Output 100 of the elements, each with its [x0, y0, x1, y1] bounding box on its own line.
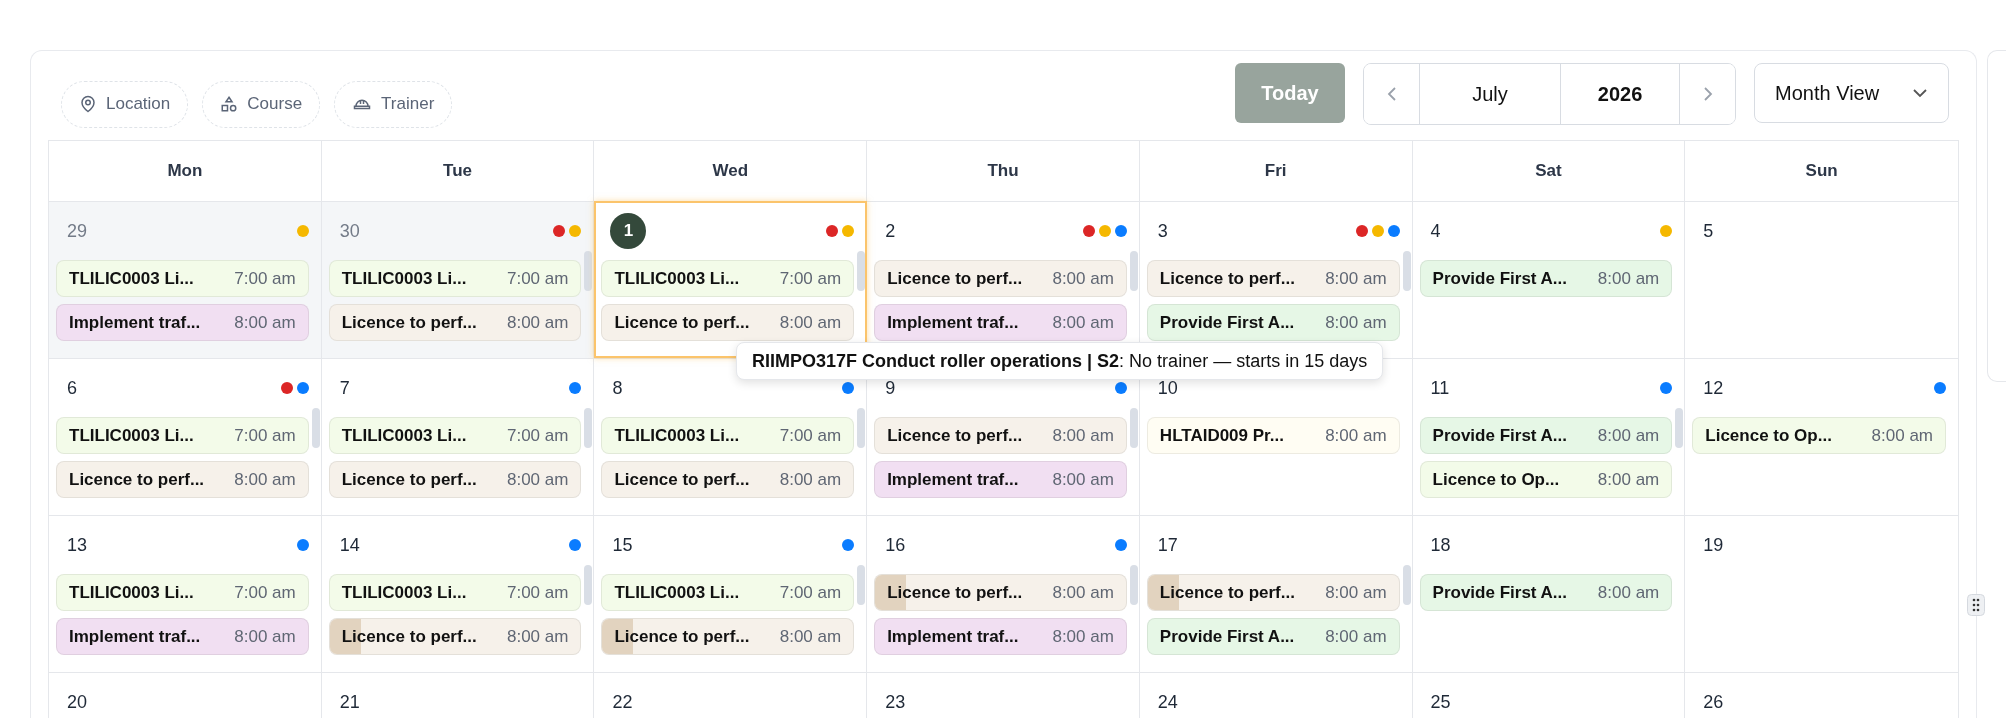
day-number[interactable]: 8	[612, 377, 623, 399]
scrollbar-thumb[interactable]	[857, 565, 866, 605]
day-number[interactable]: 3	[1157, 220, 1168, 242]
event-chip[interactable]: Provide First A... 8:00 am	[1419, 417, 1673, 454]
event-chip[interactable]: Licence to perf... 8:00 am	[601, 618, 855, 655]
event-chip[interactable]: TLILIC0003 Li... 7:00 am	[328, 417, 582, 454]
day-number[interactable]: 9	[885, 377, 896, 399]
event-chip[interactable]: Licence to Op... 8:00 am	[1692, 417, 1946, 454]
event-title: Licence to Op...	[1432, 469, 1560, 490]
event-chip[interactable]: Provide First A... 8:00 am	[1419, 574, 1673, 611]
event-title: Licence to perf...	[887, 582, 1023, 603]
scrollbar-thumb[interactable]	[584, 251, 593, 291]
day-number[interactable]: 17	[1157, 534, 1178, 556]
day-number[interactable]: 20	[67, 691, 88, 713]
day-number[interactable]: 18	[1430, 534, 1451, 556]
scrollbar-thumb[interactable]	[857, 408, 866, 448]
scrollbar-thumb[interactable]	[1402, 565, 1411, 605]
event-chip[interactable]: Licence to perf... 8:00 am	[874, 574, 1127, 611]
day-number[interactable]: 12	[1703, 377, 1724, 399]
event-chip[interactable]: Provide First A... 8:00 am	[1419, 260, 1673, 297]
event-title: Licence to perf...	[887, 268, 1023, 289]
event-chip[interactable]: TLILIC0003 Li... 7:00 am	[328, 260, 582, 297]
event-chip[interactable]: Licence to perf... 8:00 am	[1146, 260, 1400, 297]
event-title: TLILIC0003 Li...	[614, 425, 740, 446]
event-chip[interactable]: Implement traf... 8:00 am	[874, 461, 1127, 498]
scrollbar-thumb[interactable]	[1129, 565, 1138, 605]
event-chip[interactable]: HLTAID009 Pr... 8:00 am	[1146, 417, 1400, 454]
event-chip[interactable]: TLILIC0003 Li... 7:00 am	[601, 574, 855, 611]
event-time: 8:00 am	[1597, 582, 1660, 603]
event-chip[interactable]: Licence to perf... 8:00 am	[601, 461, 855, 498]
event-chip[interactable]: Implement traf... 8:00 am	[874, 618, 1127, 655]
today-day-number[interactable]: 1	[610, 213, 647, 249]
event-chip[interactable]: TLILIC0003 Li... 7:00 am	[56, 260, 309, 297]
event-chip[interactable]: Licence to perf... 8:00 am	[874, 260, 1127, 297]
day-number[interactable]: 4	[1430, 220, 1441, 242]
event-chip[interactable]: Implement traf... 8:00 am	[874, 304, 1127, 341]
day-number[interactable]: 16	[885, 534, 906, 556]
event-chip[interactable]: Licence to perf... 8:00 am	[56, 461, 309, 498]
event-time: 8:00 am	[1597, 425, 1660, 446]
day-number[interactable]: 25	[1430, 691, 1451, 713]
scrollbar-thumb[interactable]	[1402, 251, 1411, 291]
day-number[interactable]: 13	[67, 534, 88, 556]
day-number[interactable]: 10	[1157, 377, 1178, 399]
scrollbar-thumb[interactable]	[1129, 251, 1138, 291]
scrollbar-thumb[interactable]	[584, 565, 593, 605]
event-chip[interactable]: Licence to perf... 8:00 am	[328, 618, 582, 655]
filter-chip[interactable]: Location	[61, 80, 189, 128]
event-title: Licence to perf...	[614, 626, 750, 647]
event-chip[interactable]: Licence to perf... 8:00 am	[1146, 574, 1400, 611]
event-chip[interactable]: Licence to perf... 8:00 am	[874, 417, 1127, 454]
day-number[interactable]: 29	[67, 220, 88, 242]
event-chip[interactable]: Licence to perf... 8:00 am	[601, 304, 855, 341]
event-chip[interactable]: TLILIC0003 Li... 7:00 am	[601, 260, 855, 297]
month-field[interactable]: July	[1419, 64, 1560, 124]
day-number[interactable]: 23	[885, 691, 906, 713]
event-time: 8:00 am	[234, 312, 296, 333]
event-title: Licence to Op...	[1705, 425, 1832, 446]
event-time: 8:00 am	[1597, 469, 1660, 490]
event-chip[interactable]: Licence to perf... 8:00 am	[328, 461, 582, 498]
event-chip[interactable]: Implement traf... 8:00 am	[56, 618, 309, 655]
day-number[interactable]: 19	[1703, 534, 1724, 556]
scrollbar-thumb[interactable]	[857, 251, 866, 291]
event-time: 7:00 am	[507, 582, 569, 603]
day-number[interactable]: 30	[339, 220, 360, 242]
event-chip[interactable]: Implement traf... 8:00 am	[56, 304, 309, 341]
event-chip[interactable]: TLILIC0003 Li... 7:00 am	[56, 574, 309, 611]
drag-handle-icon[interactable]	[1967, 594, 1985, 616]
event-time: 8:00 am	[779, 469, 842, 490]
view-select[interactable]: Month View	[1754, 63, 1949, 123]
day-number[interactable]: 7	[339, 377, 350, 399]
scrollbar-thumb[interactable]	[1129, 408, 1138, 448]
event-chip[interactable]: TLILIC0003 Li... 7:00 am	[601, 417, 855, 454]
day-number[interactable]: 24	[1157, 691, 1178, 713]
event-chip[interactable]: TLILIC0003 Li... 7:00 am	[56, 417, 309, 454]
event-title: Implement traf...	[69, 312, 201, 333]
day-number[interactable]: 2	[885, 220, 896, 242]
day-number[interactable]: 15	[612, 534, 633, 556]
scrollbar-thumb[interactable]	[584, 408, 593, 448]
event-time: 7:00 am	[507, 425, 569, 446]
event-chip[interactable]: TLILIC0003 Li... 7:00 am	[328, 574, 582, 611]
event-time: 7:00 am	[234, 268, 296, 289]
day-number[interactable]: 22	[612, 691, 633, 713]
event-chip[interactable]: Licence to Op... 8:00 am	[1419, 461, 1673, 498]
day-number[interactable]: 11	[1430, 377, 1450, 399]
chevron-down-icon	[1912, 88, 1928, 98]
day-number[interactable]: 21	[339, 691, 360, 713]
event-chip[interactable]: Provide First A... 8:00 am	[1146, 304, 1400, 341]
scrollbar-thumb[interactable]	[1675, 408, 1684, 448]
day-number[interactable]: 6	[67, 377, 77, 399]
event-time: 8:00 am	[1052, 425, 1114, 446]
filter-chip[interactable]: Trainer	[334, 80, 453, 128]
day-number[interactable]: 26	[1703, 691, 1724, 713]
event-time: 8:00 am	[1052, 469, 1114, 490]
scrollbar-thumb[interactable]	[311, 408, 320, 448]
event-chip[interactable]: Provide First A... 8:00 am	[1146, 618, 1400, 655]
day-number[interactable]: 14	[339, 534, 360, 556]
day-number[interactable]: 5	[1703, 220, 1714, 242]
event-chip[interactable]: Licence to perf... 8:00 am	[328, 304, 582, 341]
event-title: TLILIC0003 Li...	[341, 425, 467, 446]
filter-chip[interactable]: Course	[202, 80, 321, 128]
